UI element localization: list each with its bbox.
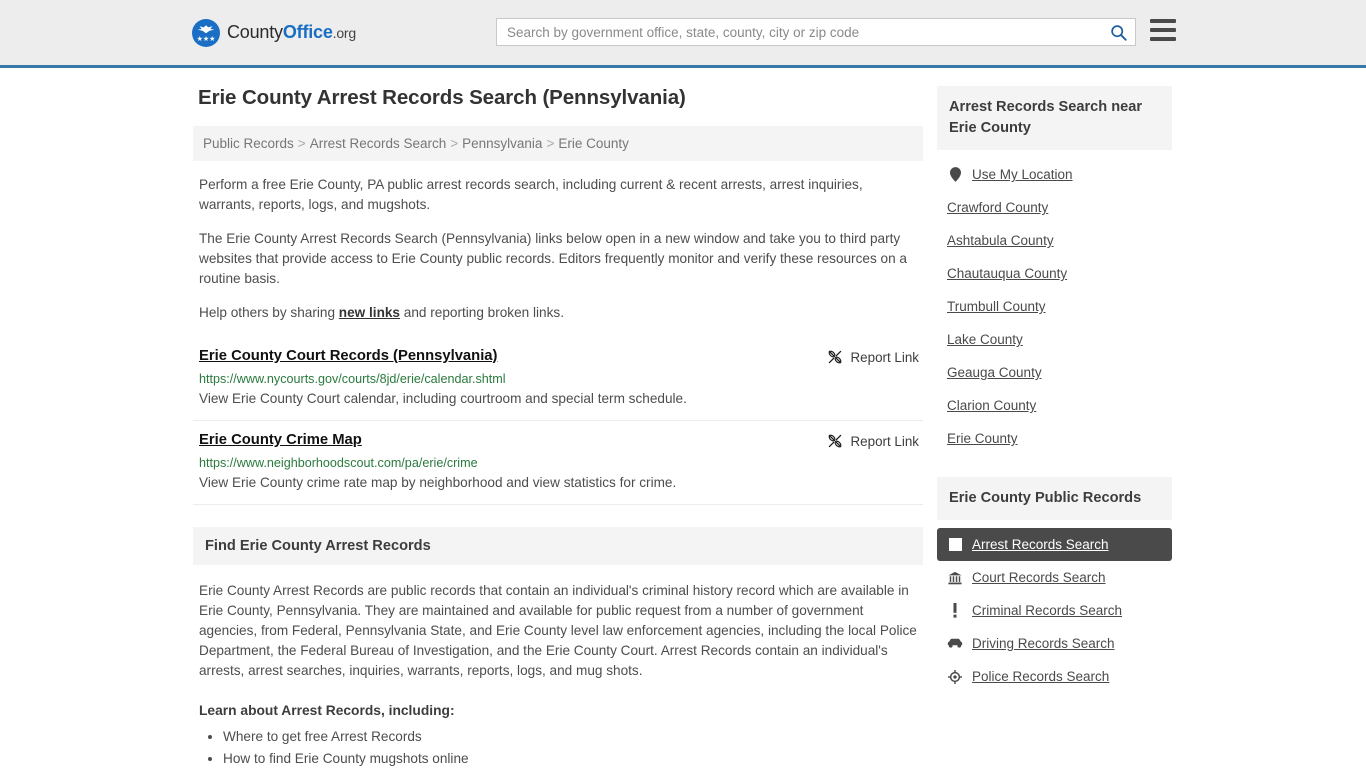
search-button[interactable] xyxy=(1101,19,1135,45)
car-icon xyxy=(947,638,963,649)
sidebar-item-crawford-county[interactable]: Crawford County xyxy=(937,191,1172,224)
sidebar-item-use-my-location[interactable]: Use My Location xyxy=(937,158,1172,191)
logo-part1: County xyxy=(227,22,283,42)
sidebar-item-chautauqua-county[interactable]: Chautauqua County xyxy=(937,257,1172,290)
search-input[interactable] xyxy=(497,19,1101,45)
sidebar: Arrest Records Search near Erie County U… xyxy=(937,86,1172,693)
result-title-crime-map[interactable]: Erie County Crime Map xyxy=(199,432,362,448)
list-item: How to find Erie County mugshots online xyxy=(223,748,923,768)
logo-wordmark: CountyOffice.org xyxy=(227,22,356,43)
learn-about-heading: Learn about Arrest Records, including: xyxy=(199,703,455,718)
sidebar-item-criminal-records-search[interactable]: Criminal Records Search xyxy=(937,594,1172,627)
content-container: Erie County Arrest Records Search (Penns… xyxy=(193,86,1173,768)
site-logo[interactable]: ★★★ CountyOffice.org xyxy=(192,18,356,47)
sidebar-item-arrest-records-search[interactable]: Arrest Records Search xyxy=(937,528,1172,561)
list-item: Where to get free Arrest Records xyxy=(223,726,923,748)
breadcrumb-separator-3: > xyxy=(546,136,555,151)
search-icon xyxy=(1110,24,1127,41)
new-links-link[interactable]: new links xyxy=(339,305,400,320)
report-link-button[interactable]: Report Link xyxy=(827,433,919,449)
sidebar-item-driving-records-search[interactable]: Driving Records Search xyxy=(937,627,1172,660)
sidebar-item-geauga-county[interactable]: Geauga County xyxy=(937,356,1172,389)
result-url: https://www.nycourts.gov/courts/8jd/erie… xyxy=(199,372,506,386)
logo-stars: ★★★ xyxy=(196,35,216,43)
sidebar-public-records-list: Arrest Records Search Court Records Sear… xyxy=(937,520,1172,693)
map-pin-icon xyxy=(947,167,963,182)
eagle-glyph xyxy=(197,24,215,33)
report-link-label: Report Link xyxy=(850,349,919,365)
breadcrumb-item-arrest-records-search[interactable]: Arrest Records Search xyxy=(310,136,447,151)
find-section-heading: Find Erie County Arrest Records xyxy=(193,527,923,565)
search-bar[interactable] xyxy=(496,18,1136,46)
breadcrumb-separator-1: > xyxy=(297,136,306,151)
sidebar-item-label: Trumbull County xyxy=(947,299,1046,314)
broken-link-icon xyxy=(828,434,841,448)
breadcrumb-item-public-records[interactable]: Public Records xyxy=(203,136,294,151)
sidebar-item-court-records-search[interactable]: Court Records Search xyxy=(937,561,1172,594)
hamburger-bar-1 xyxy=(1150,19,1176,23)
result-link-item: Erie County Crime Map https://www.neighb… xyxy=(193,421,923,505)
sidebar-nearby-list: Use My Location Crawford County Ashtabul… xyxy=(937,150,1172,455)
hamburger-menu-icon[interactable] xyxy=(1150,19,1176,41)
sidebar-item-clarion-county[interactable]: Clarion County xyxy=(937,389,1172,422)
result-url: https://www.neighborhoodscout.com/pa/eri… xyxy=(199,456,478,470)
sidebar-item-label: Criminal Records Search xyxy=(972,603,1123,618)
sidebar-item-label: Geauga County xyxy=(947,365,1042,380)
sidebar-item-label: Use My Location xyxy=(972,167,1073,182)
main-column: Erie County Arrest Records Search (Penns… xyxy=(193,86,923,768)
sidebar-item-label: Court Records Search xyxy=(972,570,1106,585)
page-body: Erie County Arrest Records Search (Penns… xyxy=(0,68,1366,768)
intro-paragraph-1: Perform a free Erie County, PA public ar… xyxy=(199,177,863,212)
sidebar-nearby-heading: Arrest Records Search near Erie County xyxy=(937,86,1172,150)
share-suffix: and reporting broken links. xyxy=(400,305,564,320)
logo-suffix: .org xyxy=(332,25,357,41)
broken-link-icon xyxy=(828,350,841,364)
result-description: View Erie County Court calendar, includi… xyxy=(199,391,687,406)
share-links-paragraph: Help others by sharing new links and rep… xyxy=(193,303,923,323)
sidebar-item-label: Lake County xyxy=(947,332,1023,347)
sidebar-item-trumbull-county[interactable]: Trumbull County xyxy=(937,290,1172,323)
breadcrumb-item-erie-county[interactable]: Erie County xyxy=(558,136,629,151)
breadcrumb: Public Records > Arrest Records Search > Pen… xyxy=(193,126,923,161)
courthouse-icon xyxy=(947,571,963,585)
learn-about-list: Where to get free Arrest Records How to … xyxy=(223,726,923,768)
sidebar-item-police-records-search[interactable]: Police Records Search xyxy=(937,660,1172,693)
sidebar-item-erie-county[interactable]: Erie County xyxy=(937,422,1172,455)
sidebar-item-label: Chautauqua County xyxy=(947,266,1068,281)
eagle-logo-icon: ★★★ xyxy=(192,18,220,47)
page-title: Erie County Arrest Records Search (Penns… xyxy=(198,86,686,109)
sidebar-item-ashtabula-county[interactable]: Ashtabula County xyxy=(937,224,1172,257)
sidebar-item-label: Clarion County xyxy=(947,398,1037,413)
report-link-button[interactable]: Report Link xyxy=(827,349,919,365)
intro-section: Perform a free Erie County, PA public ar… xyxy=(193,175,923,323)
sidebar-item-label: Driving Records Search xyxy=(972,636,1115,651)
sidebar-item-label: Crawford County xyxy=(947,200,1049,215)
exclamation-icon xyxy=(947,603,963,618)
sidebar-item-lake-county[interactable]: Lake County xyxy=(937,323,1172,356)
sidebar-public-records-heading: Erie County Public Records xyxy=(937,477,1172,520)
result-link-item: Erie County Court Records (Pennsylvania)… xyxy=(193,337,923,421)
result-description: View Erie County crime rate map by neigh… xyxy=(199,475,677,490)
fingerprint-icon xyxy=(947,538,963,551)
intro-paragraph-2: The Erie County Arrest Records Search (P… xyxy=(199,231,907,286)
site-header: ★★★ CountyOffice.org xyxy=(0,0,1366,68)
sidebar-item-label: Ashtabula County xyxy=(947,233,1054,248)
result-title-court-records[interactable]: Erie County Court Records (Pennsylvania) xyxy=(199,348,497,364)
sidebar-item-label: Arrest Records Search xyxy=(972,537,1109,552)
hamburger-bar-3 xyxy=(1150,37,1176,41)
sidebar-item-label: Police Records Search xyxy=(972,669,1110,684)
logo-part2: Office xyxy=(282,22,333,42)
find-section-paragraph: Erie County Arrest Records are public re… xyxy=(199,583,917,678)
hamburger-bar-2 xyxy=(1150,28,1176,32)
report-link-label: Report Link xyxy=(850,433,919,449)
breadcrumb-item-pennsylvania[interactable]: Pennsylvania xyxy=(462,136,542,151)
sidebar-item-label: Erie County xyxy=(947,431,1018,446)
breadcrumb-separator-2: > xyxy=(450,136,459,151)
police-badge-icon xyxy=(947,669,963,684)
share-prefix: Help others by sharing xyxy=(199,305,339,320)
